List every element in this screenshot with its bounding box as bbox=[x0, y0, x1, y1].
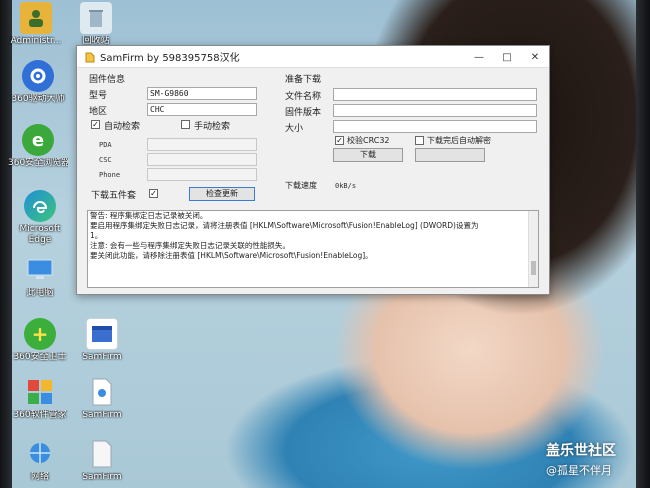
desktop-icon-label: Administr... bbox=[10, 36, 62, 46]
size-field[interactable] bbox=[333, 120, 537, 133]
check-update-button[interactable]: 检查更新 bbox=[189, 187, 255, 201]
log-line: 警告: 程序集绑定日志记录被关闭。 bbox=[90, 211, 208, 220]
watermark-community: 盖乐世社区 bbox=[546, 443, 616, 459]
speed-value: 0kB/s bbox=[335, 182, 357, 190]
file-icon bbox=[86, 376, 118, 408]
window-title: SamFirm by 598395758汉化 bbox=[100, 53, 240, 64]
desktop-icon-label: 360安全浏览器 bbox=[8, 158, 68, 168]
software-manager-icon bbox=[24, 376, 56, 408]
speed-label: 下载速度 bbox=[285, 181, 317, 190]
phone-label: Phone bbox=[99, 171, 121, 179]
file-icon bbox=[86, 438, 118, 470]
auto-check-label: 自动检索 bbox=[104, 122, 141, 132]
region-input[interactable]: CHC bbox=[147, 103, 257, 116]
download-button[interactable]: 下载 bbox=[333, 148, 403, 162]
decrypt-button[interactable] bbox=[415, 148, 485, 162]
csc-field bbox=[147, 153, 257, 166]
desktop-icon-recycle-bin[interactable]: 回收站 bbox=[66, 2, 126, 47]
desktop-icon-software-manager[interactable]: 360软件管家 bbox=[10, 376, 70, 421]
desktop-icon-administrator[interactable]: Administr... bbox=[6, 2, 66, 47]
edge-icon bbox=[24, 190, 56, 222]
version-field[interactable] bbox=[333, 104, 537, 117]
network-icon bbox=[24, 438, 56, 470]
watermark-author: @孤星不伴月 bbox=[546, 464, 612, 477]
app-icon bbox=[85, 52, 95, 62]
version-label: 固件版本 bbox=[285, 108, 322, 118]
log-line: 要启用程序集绑定失败日志记录，请将注册表值 [HKLM\Software\Mic… bbox=[90, 221, 479, 230]
crc-checkbox[interactable]: ✓ bbox=[335, 136, 344, 145]
desktop-icon-driver-master[interactable]: 360驱动大师 bbox=[8, 60, 68, 105]
samfirm-window: SamFirm by 598395758汉化 — □ ✕ 固件信息 型号 SM-… bbox=[76, 45, 550, 295]
log-line: 注意: 会有一些与程序集绑定失败日志记录关联的性能损失。 bbox=[90, 241, 290, 250]
minimize-button[interactable]: — bbox=[465, 46, 493, 68]
model-input[interactable]: SM-G9860 bbox=[147, 87, 257, 100]
desktop-icon-label: SamFirm bbox=[82, 472, 122, 482]
user-folder-icon bbox=[20, 2, 52, 34]
desktop-icon-label: SamFirm bbox=[82, 410, 122, 420]
model-label: 型号 bbox=[89, 91, 108, 101]
manual-check-checkbox[interactable] bbox=[181, 120, 190, 129]
desktop-icon-label: 360驱动大师 bbox=[11, 94, 65, 104]
prepare-download-title: 准备下载 bbox=[285, 75, 322, 85]
desktop-icon-label: SamFirm bbox=[82, 352, 122, 362]
desktop-icon-network[interactable]: 网络 bbox=[10, 438, 70, 483]
driver-master-icon bbox=[22, 60, 54, 92]
log-scrollbar[interactable] bbox=[528, 211, 538, 287]
desktop-icon-samfirm-shortcut[interactable]: SamFirm bbox=[72, 318, 132, 363]
maximize-button[interactable]: □ bbox=[493, 46, 521, 68]
pda-label: PDA bbox=[99, 141, 112, 149]
desktop-icon-samfirm-file[interactable]: SamFirm bbox=[72, 376, 132, 421]
pda-field bbox=[147, 138, 257, 151]
desktop-icon-browser[interactable]: e 360安全浏览器 bbox=[8, 124, 68, 169]
log-line: 1。 bbox=[90, 231, 103, 240]
samfirm-icon bbox=[86, 318, 118, 350]
security-guard-icon: + bbox=[24, 318, 56, 350]
size-label: 大小 bbox=[285, 124, 304, 134]
desktop-icon-this-pc[interactable]: 此电脑 bbox=[10, 254, 70, 299]
log-line: 要关闭此功能，请移除注册表值 [HKLM\Software\Microsoft\… bbox=[90, 251, 373, 260]
window-titlebar[interactable]: SamFirm by 598395758汉化 — □ ✕ bbox=[77, 46, 549, 68]
log-textarea[interactable]: 警告: 程序集绑定日志记录被关闭。 要启用程序集绑定失败日志记录，请将注册表值 … bbox=[87, 210, 539, 288]
download-five-checkbox[interactable]: ✓ bbox=[149, 189, 158, 198]
recycle-bin-icon bbox=[80, 2, 112, 34]
download-five-label: 下载五件套 bbox=[91, 191, 137, 201]
desktop-icon-label: 网络 bbox=[30, 472, 49, 482]
desktop-icon-label: 360安全卫士 bbox=[13, 352, 67, 362]
crc-label: 校验CRC32 bbox=[347, 136, 390, 145]
csc-label: CSC bbox=[99, 156, 112, 164]
desktop-icon-label: Microsoft Edge bbox=[19, 224, 61, 245]
close-button[interactable]: ✕ bbox=[521, 46, 549, 68]
auto-decrypt-checkbox[interactable] bbox=[415, 136, 424, 145]
computer-icon bbox=[24, 254, 56, 286]
desktop-icon-label: 360软件管家 bbox=[13, 410, 67, 420]
browser-icon: e bbox=[22, 124, 54, 156]
log-scrollbar-thumb[interactable] bbox=[531, 261, 536, 275]
phone-field bbox=[147, 168, 257, 181]
desktop-icon-edge[interactable]: Microsoft Edge bbox=[10, 190, 70, 246]
auto-decrypt-label: 下载完后自动解密 bbox=[427, 136, 491, 145]
window-controls: — □ ✕ bbox=[465, 46, 549, 68]
monitor-bezel-right bbox=[636, 0, 650, 488]
filename-label: 文件名称 bbox=[285, 92, 322, 102]
firmware-info-title: 固件信息 bbox=[89, 75, 126, 85]
desktop-icon-samfirm-doc[interactable]: SamFirm bbox=[72, 438, 132, 483]
desktop-icon-security-guard[interactable]: + 360安全卫士 bbox=[10, 318, 70, 363]
filename-field[interactable] bbox=[333, 88, 537, 101]
region-label: 地区 bbox=[89, 107, 108, 117]
auto-check-checkbox[interactable]: ✓ bbox=[91, 120, 100, 129]
desktop-icon-label: 此电脑 bbox=[26, 288, 54, 298]
manual-check-label: 手动检索 bbox=[194, 122, 231, 132]
